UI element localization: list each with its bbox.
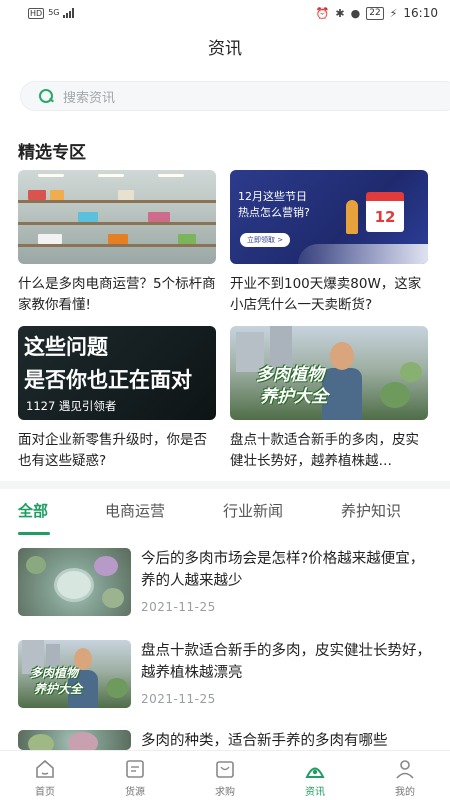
list-item[interactable]: 今后的多肉市场会是怎样?价格越来越便宜，养的人越来越少 2021-11-25 [0, 548, 450, 632]
bluetooth-icon: ✱ [335, 6, 345, 20]
succulent-types-thumbnail [18, 730, 131, 750]
nav-label: 资讯 [305, 787, 325, 798]
list-item[interactable]: 多肉植物 养护大全 盘点十款适合新手的多肉，皮实健壮长势好，越养植株越漂亮 20… [0, 640, 450, 724]
banner-line-1: 12月这些节日 [238, 190, 307, 203]
profile-icon [396, 760, 414, 779]
signal-icon [63, 8, 75, 18]
tab-all[interactable]: 全部 [18, 500, 48, 521]
nav-supply[interactable]: 货源 [90, 751, 180, 800]
tab-ecommerce[interactable]: 电商运营 [105, 500, 165, 521]
featured-card-3[interactable]: 这些问题 是否你也正在面对 1127 遇见引领者 面对企业新零售升级时，你是否也… [18, 326, 216, 472]
charging-icon: ⚡ [389, 6, 398, 20]
banner-line-2: 是否你也正在面对 [24, 368, 192, 392]
featured-card-1[interactable]: 什么是多肉电商运营？5个标杆商家教你看懂! [18, 170, 216, 316]
featured-card-4[interactable]: 多肉植物 养护大全 盘点十款适合新手的多肉，皮实健壮长势好，越养植株越… [230, 326, 428, 472]
shop-shelves-image [18, 170, 216, 264]
hd-badge: HD [28, 7, 45, 19]
home-icon [36, 759, 54, 778]
overlay-line-1: 多肉植物 [30, 666, 79, 680]
news-title: 盘点十款适合新手的多肉，皮实健壮长势好，越养植株越漂亮 [141, 643, 431, 681]
supply-icon [126, 760, 144, 778]
succulent-guide-thumbnail: 多肉植物 养护大全 [18, 640, 131, 708]
featured-card-title: 盘点十款适合新手的多肉，皮实健壮长势好，越养植株越… [230, 432, 419, 469]
alarm-icon: ⏰ [315, 6, 330, 20]
nav-news[interactable]: 资讯 [270, 751, 360, 800]
nav-label: 我的 [395, 787, 415, 798]
banner-claim-button: 立即领取 > [240, 233, 291, 247]
news-icon [305, 767, 325, 778]
featured-section-title: 精选专区 [18, 143, 86, 163]
banner-line-1: 这些问题 [24, 335, 108, 359]
news-title: 今后的多肉市场会是怎样?价格越来越便宜，养的人越来越少 [141, 551, 425, 589]
tab-care-knowledge[interactable]: 养护知识 [341, 500, 401, 521]
page-title: 资讯 [208, 39, 242, 59]
nav-home[interactable]: 首页 [0, 751, 90, 800]
nav-profile[interactable]: 我的 [360, 751, 450, 800]
person-illustration [346, 200, 358, 234]
bottom-nav: 首页 货源 求购 资讯 我的 [0, 750, 450, 800]
question-banner-image: 这些问题 是否你也正在面对 1127 遇见引领者 [18, 326, 216, 420]
featured-card-title: 开业不到100天爆卖80W，这家小店凭什么一天卖断货? [230, 276, 422, 313]
festival-banner-image: 12月这些节日 热点怎么营销? 立即领取 > 12 [230, 170, 428, 264]
list-item[interactable]: 多肉的种类，适合新手养的多肉有哪些 [0, 730, 450, 750]
search-input[interactable]: 搜索资讯 [20, 81, 450, 111]
succulent-guide-image: 多肉植物 养护大全 [230, 326, 428, 420]
succulent-thumbnail [18, 548, 131, 616]
overlay-line-2: 养护大全 [34, 682, 83, 696]
banner-caption: 1127 遇见引领者 [26, 399, 117, 413]
battery-icon: 22 [366, 6, 384, 20]
news-title: 多肉的种类，适合新手养的多肉有哪些 [141, 733, 388, 749]
banner-line-2: 热点怎么营销? [238, 206, 310, 219]
status-bar: HD 5G ⏰ ✱ ● 22 ⚡ 16:10 [0, 0, 450, 26]
nav-purchase[interactable]: 求购 [180, 751, 270, 800]
network-badge: 5G [48, 8, 60, 17]
calendar-icon: 12 [366, 192, 404, 232]
category-tabs: 全部 电商运营 行业新闻 养护知识 [0, 500, 450, 536]
active-tab-indicator [18, 532, 50, 535]
status-left: HD 5G [28, 7, 75, 19]
search-icon [38, 88, 54, 104]
section-divider [0, 481, 450, 489]
featured-card-title: 面对企业新零售升级时，你是否也有这些疑惑? [18, 432, 207, 469]
news-date: 2021-11-25 [141, 600, 216, 614]
nav-label: 求购 [215, 787, 235, 798]
status-right: ⏰ ✱ ● 22 ⚡ 16:10 [316, 6, 438, 20]
nav-label: 首页 [35, 787, 55, 798]
featured-card-2[interactable]: 12月这些节日 热点怎么营销? 立即领取 > 12 开业不到100天爆卖80W，… [230, 170, 428, 316]
nav-label: 货源 [125, 787, 145, 798]
purchase-icon [216, 761, 234, 778]
tab-industry-news[interactable]: 行业新闻 [223, 500, 283, 521]
overlay-line-2: 养护大全 [260, 387, 328, 407]
news-date: 2021-11-25 [141, 692, 216, 706]
search-placeholder: 搜索资讯 [63, 90, 116, 106]
status-time: 16:10 [403, 6, 438, 20]
location-icon: ● [350, 6, 361, 20]
featured-card-title: 什么是多肉电商运营？5个标杆商家教你看懂! [18, 276, 216, 313]
